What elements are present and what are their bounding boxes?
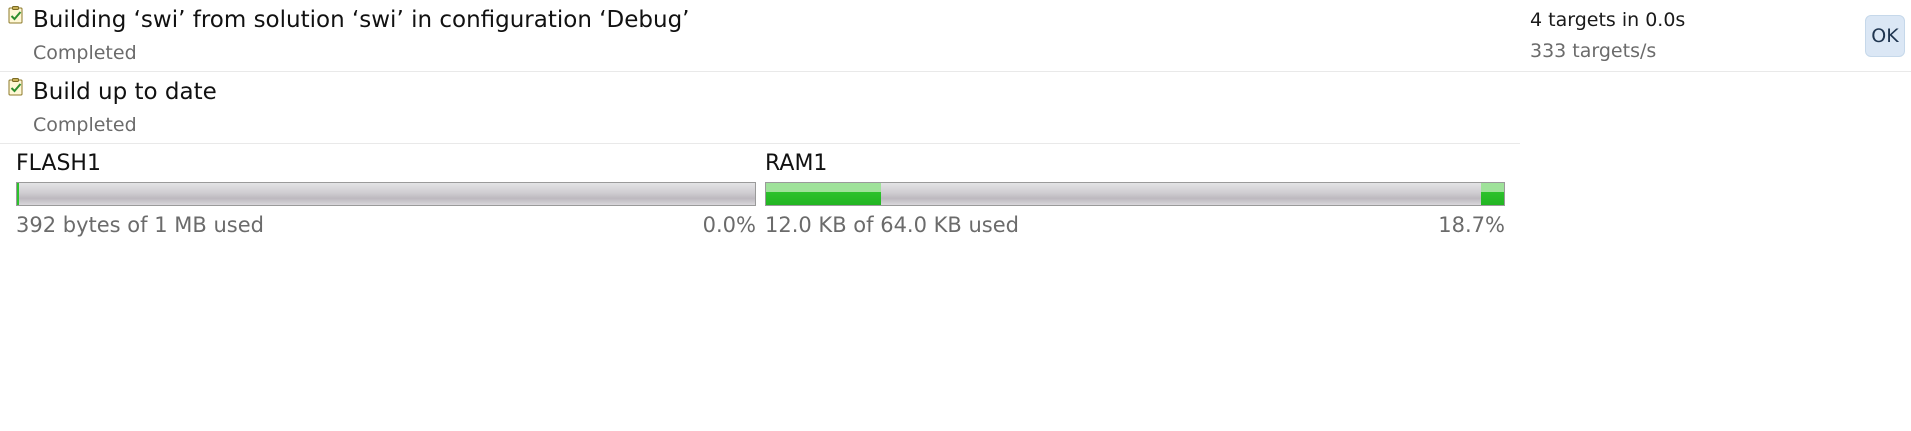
- build-entry: Build up to date Completed: [0, 72, 1520, 144]
- build-entry: Building ‘swi’ from solution ‘swi’ in co…: [0, 0, 1911, 72]
- memory-region-name: RAM1: [765, 151, 828, 176]
- build-status: Completed: [33, 42, 137, 64]
- checklist-icon: [8, 6, 23, 24]
- build-title: Build up to date: [33, 79, 217, 105]
- memory-usage-text: 392 bytes of 1 MB used: [16, 213, 264, 237]
- memory-used-segment: [17, 183, 19, 205]
- build-stats: 4 targets in 0.0s 333 targets/s: [1530, 9, 1830, 62]
- memory-usage-bar: [16, 182, 756, 206]
- build-title: Building ‘swi’ from solution ‘swi’ in co…: [33, 7, 690, 33]
- targets-summary: 4 targets in 0.0s: [1530, 9, 1686, 31]
- memory-usage-ram: RAM1 12.0 KB of 64.0 KB used 18.7%: [765, 151, 1505, 241]
- memory-region-name: FLASH1: [16, 151, 101, 176]
- memory-usage-bar: [765, 182, 1505, 206]
- memory-usage-percent: 18.7%: [1438, 213, 1505, 237]
- memory-used-segment: [1481, 183, 1504, 205]
- memory-usage-flash: FLASH1 392 bytes of 1 MB used 0.0%: [16, 151, 756, 241]
- build-status: Completed: [33, 114, 137, 136]
- memory-usage-text: 12.0 KB of 64.0 KB used: [765, 213, 1019, 237]
- checklist-icon: [8, 78, 23, 96]
- memory-usage-percent: 0.0%: [702, 213, 756, 237]
- targets-rate: 333 targets/s: [1530, 40, 1657, 62]
- memory-used-segment: [766, 183, 882, 205]
- ok-button[interactable]: OK: [1865, 15, 1905, 57]
